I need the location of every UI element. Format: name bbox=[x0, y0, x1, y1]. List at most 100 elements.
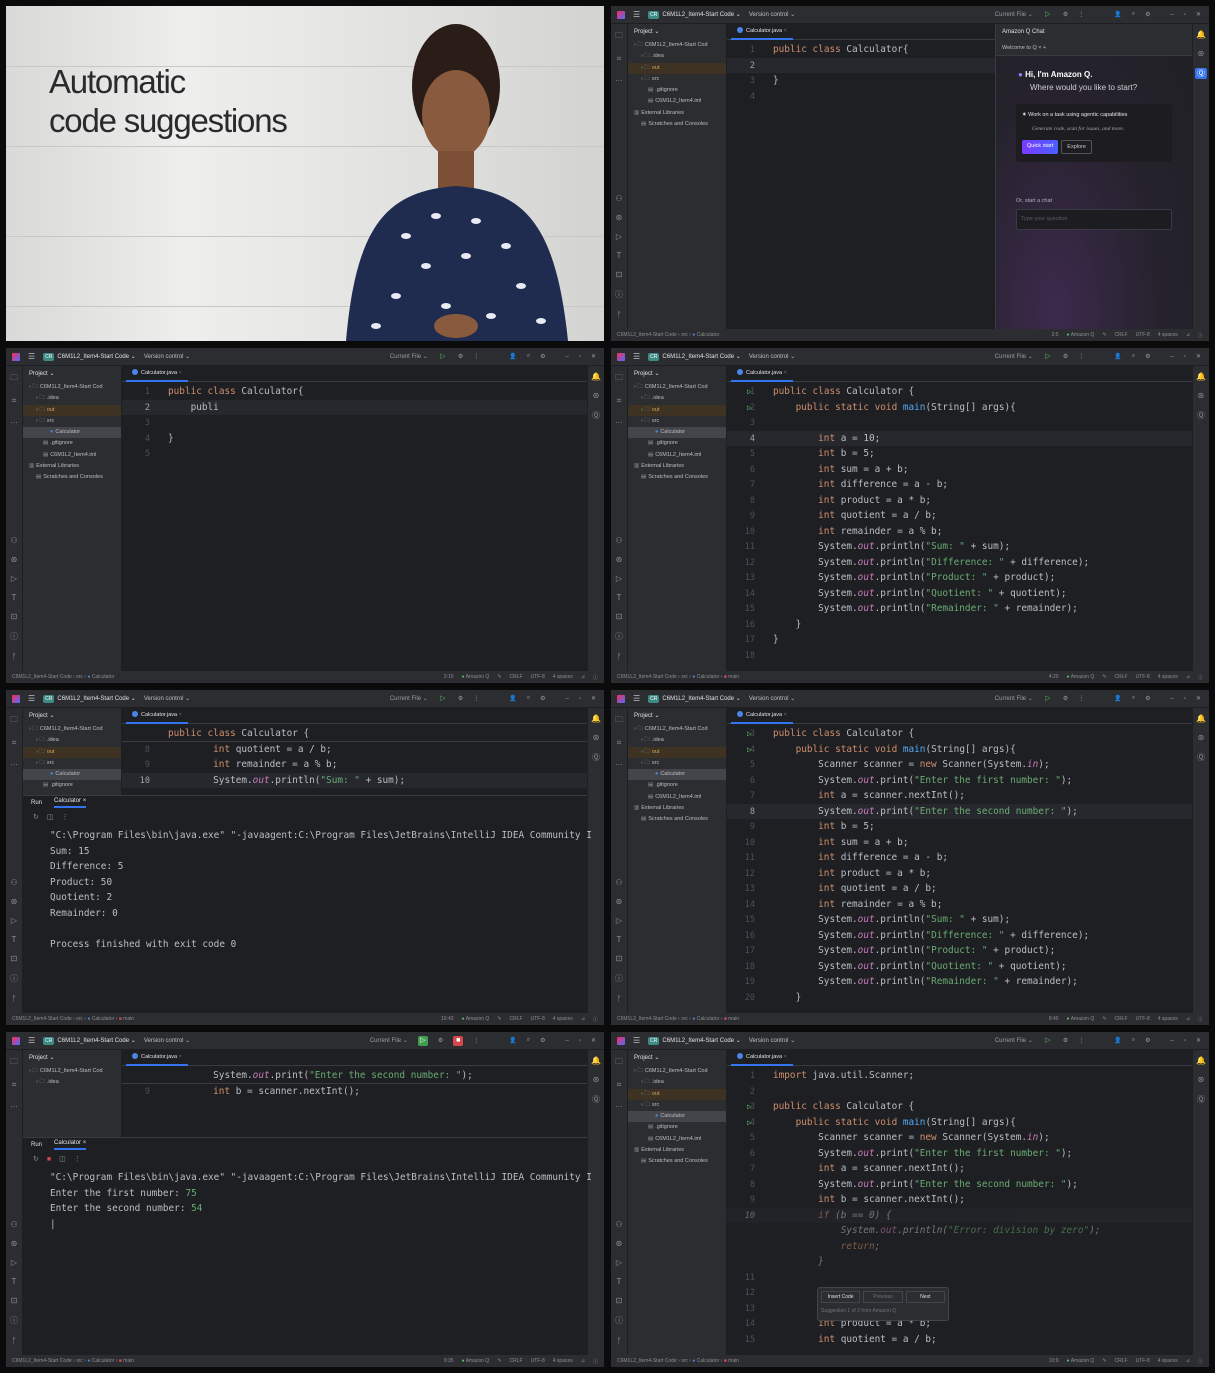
structure-tool-icon[interactable]: ⌗ bbox=[12, 396, 17, 406]
code-line[interactable]: 5 bbox=[122, 446, 587, 462]
tree-item-external-libraries[interactable]: ▥ External Libraries bbox=[23, 461, 121, 472]
code-line[interactable]: 4} bbox=[122, 431, 587, 447]
code-line[interactable]: 15 System.out.println("Remainder: " + re… bbox=[727, 601, 1192, 617]
version-control-menu[interactable]: Version control ⌄ bbox=[749, 353, 795, 360]
edit-icon[interactable]: ✎ bbox=[1102, 1016, 1106, 1022]
tree-item-idea[interactable]: › 🗀 .idea bbox=[628, 1077, 726, 1088]
tree-item-gitignore[interactable]: ▤ .gitignore bbox=[23, 438, 121, 449]
project-switcher[interactable]: CR C6M1L2_Item4-Start Code ⌄ bbox=[43, 353, 136, 361]
notifications-icon[interactable]: 🔔 bbox=[591, 1056, 601, 1065]
code-line[interactable]: 16 } bbox=[727, 617, 1192, 633]
indent-setting[interactable]: 4 spaces bbox=[553, 1358, 573, 1364]
code-line[interactable]: 1 import java.util.Scanner; bbox=[727, 1068, 1192, 1084]
breadcrumb[interactable]: C6M1L2_Item4-Start Code › src › ● Calcul… bbox=[617, 1016, 739, 1022]
ai-assistant-icon[interactable]: ⊛ bbox=[1198, 1075, 1205, 1084]
amazon-q-icon[interactable]: Ⓠ bbox=[1195, 68, 1207, 79]
plugins-icon[interactable]: ⊛ bbox=[616, 1239, 623, 1248]
power-save-icon[interactable]: ⓘ bbox=[593, 1358, 598, 1365]
amazon-q-status[interactable]: ● Amazon Q bbox=[1067, 674, 1095, 680]
code-line[interactable]: 2 publi bbox=[122, 399, 587, 415]
breadcrumb-src[interactable]: src bbox=[681, 332, 688, 338]
breadcrumb-project[interactable]: C6M1L2_Item4-Start Code bbox=[12, 674, 72, 680]
code-line[interactable]: 20 } bbox=[727, 990, 1192, 1006]
debug-icon[interactable]: ⚙ bbox=[438, 1037, 443, 1044]
tree-item-calculator[interactable]: ● Calculator bbox=[628, 427, 726, 439]
more-icon[interactable]: ⋮ bbox=[74, 1155, 81, 1163]
more-icon[interactable]: ⋮ bbox=[62, 813, 69, 821]
terminal-icon[interactable]: ⊡ bbox=[11, 612, 18, 621]
version-control-menu[interactable]: Version control ⌄ bbox=[749, 1037, 795, 1044]
search-icon[interactable]: ⌕ bbox=[527, 353, 530, 360]
code-line[interactable]: 2 bbox=[727, 57, 995, 73]
run-icon[interactable]: ▷ bbox=[438, 352, 448, 362]
services-icon[interactable]: ⚇ bbox=[615, 536, 622, 545]
code-line[interactable]: 12 int product = a * b; bbox=[727, 866, 1192, 882]
breadcrumb-method[interactable]: main bbox=[728, 1358, 739, 1364]
search-icon[interactable]: ⌕ bbox=[1132, 353, 1135, 360]
breadcrumb-src[interactable]: src bbox=[76, 674, 83, 680]
amazon-q-status[interactable]: ● Amazon Q bbox=[1067, 1016, 1095, 1022]
code-line[interactable]: 3 bbox=[122, 415, 587, 431]
next-suggestion-button[interactable]: Next bbox=[905, 1291, 945, 1303]
tab-close-icon[interactable]: × bbox=[784, 28, 787, 34]
cursor-position[interactable]: 8:40 bbox=[1049, 1016, 1059, 1022]
close-icon[interactable]: ✕ bbox=[591, 353, 596, 360]
terminal-icon[interactable]: ⊡ bbox=[11, 1296, 18, 1305]
tree-item-scratches-and-consoles[interactable]: ▤ Scratches and Consoles bbox=[628, 814, 726, 825]
settings-gear-icon[interactable]: ⚙ bbox=[1145, 1037, 1150, 1044]
run-tool-icon[interactable]: ▷ bbox=[11, 1258, 17, 1267]
build-icon[interactable]: T bbox=[12, 593, 17, 602]
cursor-position[interactable]: 2:10 bbox=[444, 674, 454, 680]
tree-item-out[interactable]: › 🗀 out bbox=[23, 404, 121, 416]
code-line[interactable]: 9 int b = scanner.nextInt(); bbox=[727, 1192, 1192, 1208]
terminal-icon[interactable]: ⊡ bbox=[616, 270, 623, 279]
project-tool-icon[interactable]: 🗀 bbox=[615, 372, 623, 386]
line-ending[interactable]: CRLF bbox=[1115, 332, 1128, 338]
structure-tool-icon[interactable]: ⌗ bbox=[12, 738, 17, 748]
restore-icon[interactable]: ▫ bbox=[579, 1038, 581, 1044]
structure-tool-icon[interactable]: ⌗ bbox=[617, 738, 622, 748]
main-menu-icon[interactable]: ☰ bbox=[633, 352, 640, 361]
code-line[interactable]: 10 int remainder = a % b; bbox=[727, 524, 1192, 540]
amazon-q-icon[interactable]: Ⓠ bbox=[592, 1094, 600, 1105]
project-header[interactable]: Project ⌄ bbox=[628, 1050, 726, 1066]
tree-item-c6m1l2-item4-start-cod[interactable]: › 🗀 C6M1L2_Item4-Start Cod bbox=[628, 40, 726, 51]
project-switcher[interactable]: CR C6M1L2_Item4-Start Code ⌄ bbox=[648, 11, 741, 19]
git-icon[interactable]: ᚠ bbox=[12, 652, 17, 661]
main-menu-icon[interactable]: ☰ bbox=[28, 694, 35, 703]
close-icon[interactable]: ✕ bbox=[591, 1037, 596, 1044]
ghost-suggestion-line[interactable]: return; bbox=[727, 1239, 1192, 1255]
tree-item-idea[interactable]: › 🗀 .idea bbox=[628, 735, 726, 746]
account-icon[interactable]: 👤 bbox=[1114, 1037, 1121, 1044]
amazon-q-icon[interactable]: Ⓠ bbox=[592, 752, 600, 763]
tree-item-c6m1l2-item4-start-cod[interactable]: › 🗀 C6M1L2_Item4-Start Cod bbox=[628, 1066, 726, 1077]
plugins-icon[interactable]: ⊛ bbox=[11, 1239, 18, 1248]
readonly-toggle-icon[interactable]: ⊿ bbox=[581, 1358, 585, 1364]
code-lines[interactable]: 1 public class Calculator{2 3} 4 bbox=[727, 42, 995, 104]
notifications-icon[interactable]: 🔔 bbox=[1196, 714, 1206, 723]
breadcrumb[interactable]: C6M1L2_Item4-Start Code › src › ● Calcul… bbox=[12, 1016, 134, 1022]
settings-gear-icon[interactable]: ⚙ bbox=[1145, 695, 1150, 702]
file-encoding[interactable]: UTF-8 bbox=[531, 1016, 545, 1022]
cursor-position[interactable]: 2:5 bbox=[1052, 332, 1059, 338]
tree-item-c6m1l2-item4-start-cod[interactable]: › 🗀 C6M1L2_Item4-Start Cod bbox=[628, 382, 726, 393]
restore-icon[interactable]: ▫ bbox=[1184, 1038, 1186, 1044]
run-tool-icon[interactable]: ▷ bbox=[616, 1258, 622, 1267]
cursor-position[interactable]: 9:35 bbox=[444, 1358, 454, 1364]
tree-item-src[interactable]: › 🗀 src bbox=[628, 74, 726, 85]
line-ending[interactable]: CRLF bbox=[510, 1358, 523, 1364]
restore-icon[interactable]: ▫ bbox=[579, 696, 581, 702]
plugins-icon[interactable]: ⊛ bbox=[616, 555, 623, 564]
breadcrumb-src[interactable]: src bbox=[76, 1016, 83, 1022]
run-config-selector[interactable]: Current File ⌄ bbox=[995, 695, 1033, 702]
debug-icon[interactable]: ⚙ bbox=[1063, 1037, 1068, 1044]
indent-setting[interactable]: 4 spaces bbox=[1158, 674, 1178, 680]
account-icon[interactable]: 👤 bbox=[1114, 11, 1121, 18]
version-control-menu[interactable]: Version control ⌄ bbox=[749, 11, 795, 18]
more-icon[interactable]: ⋮ bbox=[1078, 1037, 1084, 1044]
explore-button[interactable]: Explore bbox=[1061, 140, 1092, 154]
line-ending[interactable]: CRLF bbox=[1115, 1358, 1128, 1364]
settings-gear-icon[interactable]: ⚙ bbox=[1145, 11, 1150, 18]
tree-item-external-libraries[interactable]: ▥ External Libraries bbox=[628, 461, 726, 472]
account-icon[interactable]: 👤 bbox=[509, 353, 516, 360]
